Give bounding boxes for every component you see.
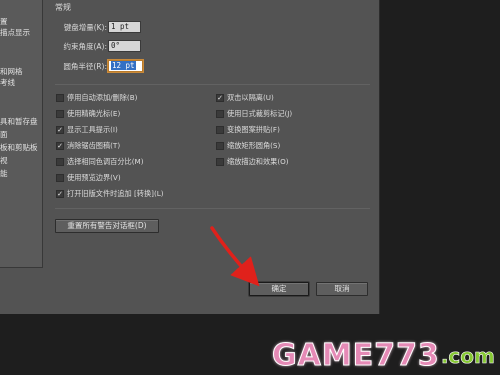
watermark-logo: GAME773 .com [272, 338, 496, 374]
red-arrow-icon [210, 226, 260, 287]
watermark-suffix: .com [440, 343, 496, 368]
watermark-text: GAME773 [272, 338, 440, 374]
